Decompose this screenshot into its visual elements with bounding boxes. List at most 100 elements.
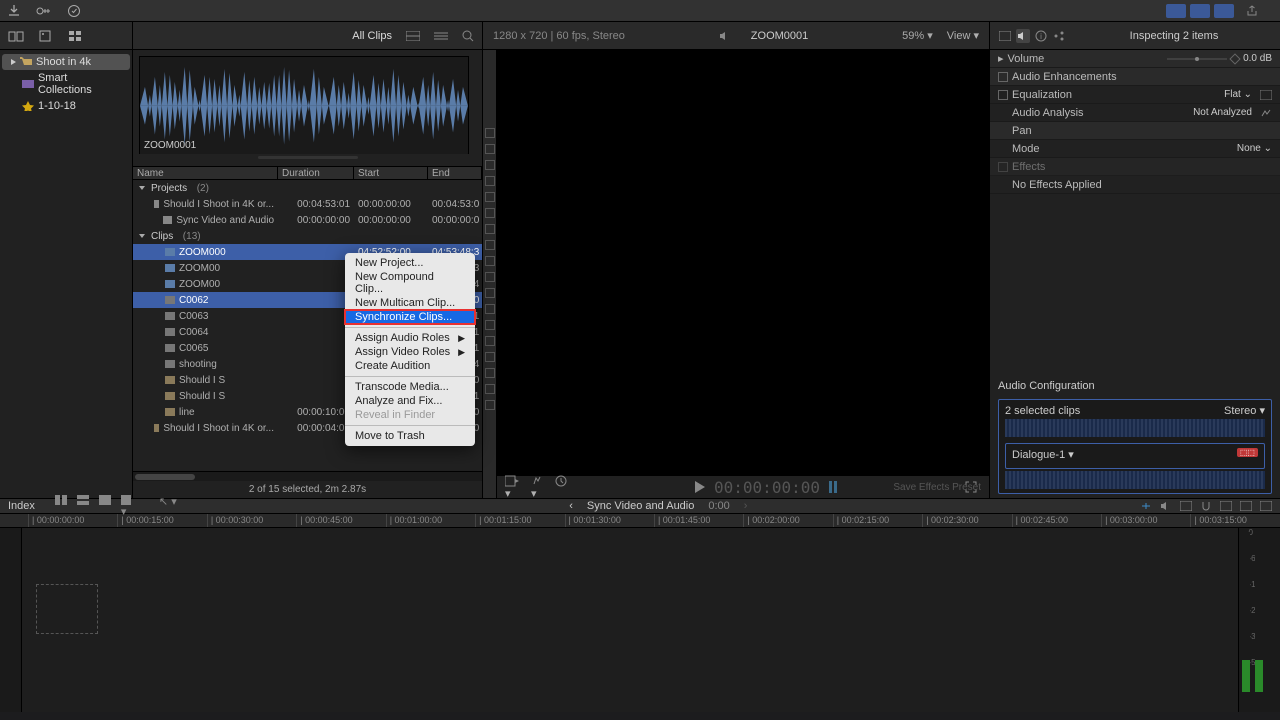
zoom-dropdown[interactable]: 59% ▾ xyxy=(902,29,933,42)
range-cb[interactable] xyxy=(485,288,495,298)
col-duration[interactable]: Duration xyxy=(278,167,354,179)
volume-disclosure-icon[interactable]: ▸ xyxy=(998,52,1004,65)
tl-icon[interactable] xyxy=(1240,501,1252,511)
clip-thumbnail[interactable]: ZOOM0001 xyxy=(139,56,469,154)
tl-solo-icon[interactable] xyxy=(1180,501,1192,511)
list-view-icon[interactable] xyxy=(434,31,448,41)
eq-value[interactable]: Flat ⌄ xyxy=(1224,89,1252,100)
analyze-icon[interactable] xyxy=(1260,108,1272,118)
range-cb[interactable] xyxy=(485,128,495,138)
mode-value[interactable]: None ⌄ xyxy=(1237,143,1272,154)
project-row[interactable]: Sync Video and Audio00:00:00:0000:00:00:… xyxy=(133,212,482,228)
tl-skimming-icon[interactable] xyxy=(1140,501,1152,511)
range-cb[interactable] xyxy=(485,304,495,314)
enhance-dropdown-icon[interactable]: ▾ xyxy=(531,475,543,500)
range-cb[interactable] xyxy=(485,240,495,250)
menu-item[interactable]: Create Audition xyxy=(345,359,475,373)
library-item-shoot4k[interactable]: Shoot in 4k xyxy=(2,54,130,70)
play-button[interactable] xyxy=(694,480,706,494)
library-item-date[interactable]: 1-10-18 xyxy=(2,98,130,114)
range-cb[interactable] xyxy=(485,336,495,346)
menu-item[interactable]: Reveal in Finder xyxy=(345,408,475,422)
range-cb[interactable] xyxy=(485,400,495,410)
menu-item[interactable]: New Project... xyxy=(345,256,475,270)
menu-item[interactable]: Transcode Media... xyxy=(345,380,475,394)
dialogue-dropdown[interactable]: Dialogue-1 ▾ xyxy=(1012,448,1074,461)
range-cb[interactable] xyxy=(485,144,495,154)
range-cb[interactable] xyxy=(485,352,495,362)
effects-checkbox[interactable] xyxy=(998,162,1008,172)
menu-item[interactable]: Analyze and Fix... xyxy=(345,394,475,408)
save-effects-preset[interactable]: Save Effects Preset xyxy=(893,482,981,493)
range-cb[interactable] xyxy=(485,272,495,282)
range-cb[interactable] xyxy=(485,256,495,266)
timeline-fwd-icon[interactable]: › xyxy=(744,500,748,512)
tl-icon[interactable] xyxy=(1220,501,1232,511)
group-projects[interactable]: Projects (2) xyxy=(133,180,482,196)
view-dropdown[interactable]: View ▾ xyxy=(947,29,979,42)
menu-item[interactable]: New Multicam Clip... xyxy=(345,296,475,310)
horizontal-scrollbar[interactable] xyxy=(133,471,482,481)
workspace-btn-2[interactable] xyxy=(1190,4,1210,18)
meter-bar-right xyxy=(1255,532,1263,692)
clip-filter-dropdown[interactable]: All Clips xyxy=(352,30,392,42)
library-item-smart[interactable]: Smart Collections xyxy=(2,70,130,98)
timeline-back-icon[interactable]: ‹ xyxy=(569,500,573,512)
enhancements-label: Audio Enhancements xyxy=(1012,71,1272,83)
tl-snap-icon[interactable] xyxy=(1200,501,1212,511)
enhancement-checkbox[interactable] xyxy=(998,72,1008,82)
channel-icon[interactable]: ⬚⬚ xyxy=(1237,448,1258,457)
menu-item[interactable]: Synchronize Clips... xyxy=(345,310,475,324)
keyword-icon[interactable] xyxy=(36,3,52,19)
retime-dropdown-icon[interactable] xyxy=(555,475,567,500)
range-cb[interactable] xyxy=(485,208,495,218)
range-cb[interactable] xyxy=(485,368,495,378)
timeline-index-button[interactable]: Index xyxy=(8,500,35,512)
search-icon[interactable] xyxy=(462,30,474,42)
ruler-tick: | 00:02:30:00 xyxy=(922,514,1011,527)
eq-checkbox[interactable] xyxy=(998,90,1008,100)
eq-settings-icon[interactable] xyxy=(1260,90,1272,100)
keyframe-icon[interactable] xyxy=(1229,53,1240,64)
workspace-btn-1[interactable] xyxy=(1166,4,1186,18)
range-cb[interactable] xyxy=(485,192,495,202)
effects-dropdown-icon[interactable]: ▾ xyxy=(505,475,519,500)
range-cb[interactable] xyxy=(485,224,495,234)
menu-item[interactable]: Move to Trash xyxy=(345,429,475,443)
col-name[interactable]: Name xyxy=(133,167,278,179)
col-end[interactable]: End xyxy=(428,167,482,179)
library-sidebar: Shoot in 4k Smart Collections 1-10-18 xyxy=(0,50,133,498)
range-cb[interactable] xyxy=(485,320,495,330)
range-cb[interactable] xyxy=(485,160,495,170)
col-start[interactable]: Start xyxy=(354,167,428,179)
stereo-dropdown[interactable]: Stereo ▾ xyxy=(1224,404,1265,417)
media-icon[interactable] xyxy=(38,29,54,43)
tl-icon[interactable] xyxy=(1260,501,1272,511)
viewer-canvas[interactable] xyxy=(497,50,989,476)
tl-audio-skim-icon[interactable] xyxy=(1160,501,1172,511)
video-inspector-icon[interactable] xyxy=(998,29,1012,43)
range-cb[interactable] xyxy=(485,176,495,186)
titles-icon[interactable] xyxy=(68,29,84,43)
analysis-value: Not Analyzed xyxy=(1193,107,1252,118)
filmstrip-view-icon[interactable] xyxy=(406,31,420,41)
group-clips[interactable]: Clips (13) xyxy=(133,228,482,244)
menu-item[interactable]: Assign Video Roles▶ xyxy=(345,345,475,359)
timeline-tracks[interactable] xyxy=(22,528,1238,712)
timeline-gutter xyxy=(0,528,22,712)
volume-slider[interactable] xyxy=(1167,57,1227,61)
thumbnail-size-slider[interactable] xyxy=(258,156,358,159)
project-row[interactable]: Should I Shoot in 4K or...00:04:53:0100:… xyxy=(133,196,482,212)
share-inspector-icon[interactable] xyxy=(1052,29,1066,43)
range-cb[interactable] xyxy=(485,384,495,394)
menu-item[interactable]: Assign Audio Roles▶ xyxy=(345,331,475,345)
audio-inspector-icon[interactable] xyxy=(1016,29,1030,43)
menu-item[interactable]: New Compound Clip... xyxy=(345,270,475,296)
workspace-btn-3[interactable] xyxy=(1214,4,1234,18)
timeline-ruler[interactable]: | 00:00:00:00| 00:00:15:00| 00:00:30:00|… xyxy=(0,514,1280,528)
share-icon[interactable] xyxy=(1244,3,1260,19)
info-inspector-icon[interactable]: i xyxy=(1034,29,1048,43)
library-home-icon[interactable] xyxy=(8,29,24,43)
import-icon[interactable] xyxy=(6,3,22,19)
bg-tasks-icon[interactable] xyxy=(66,3,82,19)
